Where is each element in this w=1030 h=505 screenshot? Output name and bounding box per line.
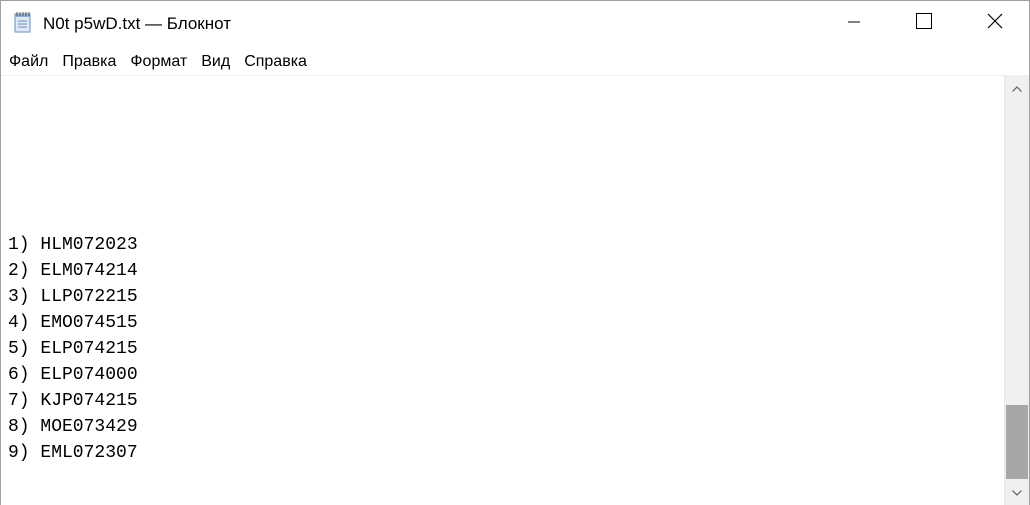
menu-edit[interactable]: Правка bbox=[55, 51, 123, 73]
minimize-button[interactable] bbox=[831, 1, 877, 46]
text-line: 2) ELM074214 bbox=[8, 261, 138, 281]
text-line: 7) KJP074215 bbox=[8, 391, 138, 411]
text-line: 1) HLM072023 bbox=[8, 235, 138, 255]
menu-bar: Файл Правка Формат Вид Справка bbox=[1, 49, 1029, 75]
maximize-button[interactable] bbox=[901, 1, 947, 46]
close-button[interactable] bbox=[972, 1, 1018, 46]
text-line: 6) ELP074000 bbox=[8, 365, 138, 385]
scroll-up-arrow-icon bbox=[1012, 79, 1022, 97]
scroll-down-button[interactable] bbox=[1005, 479, 1029, 505]
text-line: 4) EMO074515 bbox=[8, 313, 138, 333]
document-text[interactable]: 1) HLM072023 2) ELM074214 3) LLP072215 4… bbox=[8, 232, 138, 466]
minimize-icon bbox=[848, 15, 860, 33]
scroll-up-button[interactable] bbox=[1005, 75, 1029, 101]
title-bar[interactable]: N0t p5wD.txt — Блокнот bbox=[1, 1, 1029, 46]
menu-view[interactable]: Вид bbox=[194, 51, 237, 73]
menu-format[interactable]: Формат bbox=[123, 51, 194, 73]
notepad-icon[interactable] bbox=[13, 11, 33, 33]
vertical-scrollbar[interactable] bbox=[1004, 75, 1029, 505]
menu-file[interactable]: Файл bbox=[1, 51, 55, 73]
maximize-icon bbox=[916, 13, 932, 34]
text-line: 8) MOE073429 bbox=[8, 417, 138, 437]
text-line: 9) EML072307 bbox=[8, 443, 138, 463]
text-line: 5) ELP074215 bbox=[8, 339, 138, 359]
notepad-window: N0t p5wD.txt — Блокнот Файл Правка Форма… bbox=[0, 0, 1030, 505]
text-line: 3) LLP072215 bbox=[8, 287, 138, 307]
text-editor-area[interactable]: 1) HLM072023 2) ELM074214 3) LLP072215 4… bbox=[1, 75, 1004, 505]
close-icon bbox=[987, 13, 1003, 34]
menu-help[interactable]: Справка bbox=[237, 51, 314, 73]
scroll-down-arrow-icon bbox=[1012, 483, 1022, 501]
scroll-thumb[interactable] bbox=[1006, 405, 1028, 479]
window-title: N0t p5wD.txt — Блокнот bbox=[43, 14, 231, 33]
